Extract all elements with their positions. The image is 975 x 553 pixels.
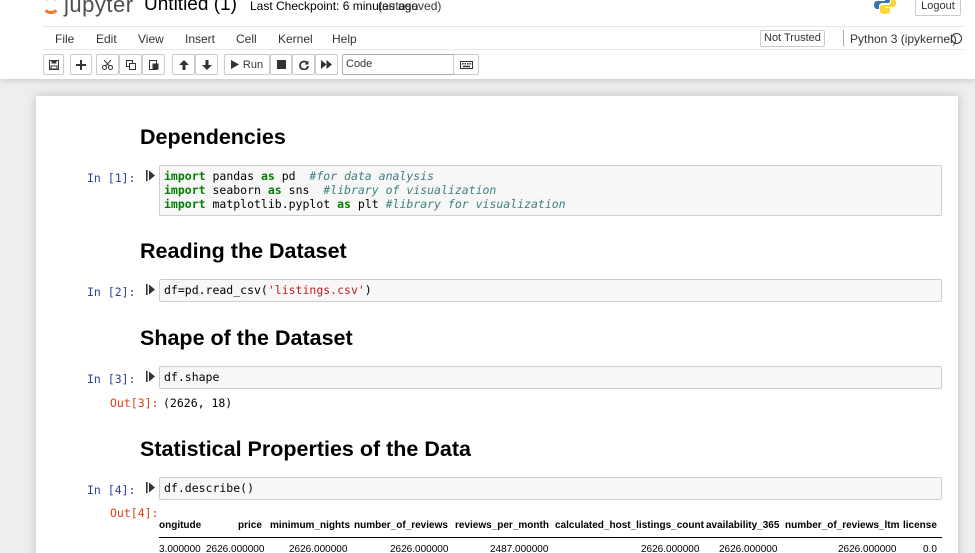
keyboard-icon xyxy=(459,60,473,69)
cut-button[interactable] xyxy=(96,54,119,75)
run-button[interactable]: Run xyxy=(224,54,270,75)
code-line-1: import pandas as pd #for data analysis xyxy=(164,169,435,183)
table-cell: 2626.000000 xyxy=(289,544,348,553)
output-prompt-4: Out[4]: xyxy=(110,506,159,520)
kernel-divider xyxy=(843,30,844,46)
move-up-button[interactable] xyxy=(172,54,195,75)
describe-output-table[interactable]: ongitude price minimum_nights number_of_… xyxy=(159,514,942,553)
run-cell-icon[interactable] xyxy=(146,371,155,382)
copy-button[interactable] xyxy=(119,54,142,75)
logout-button[interactable]: Logout xyxy=(915,0,961,16)
cut-icon xyxy=(102,59,113,70)
save-icon xyxy=(48,59,59,70)
table-cell: 2626.000000 xyxy=(838,544,897,553)
table-header: price xyxy=(238,520,262,531)
menu-cell[interactable]: Cell xyxy=(236,32,257,46)
run-label: Run xyxy=(242,58,264,71)
code-line-2: import seaborn as sns #library of visual… xyxy=(164,183,497,197)
logo-text: jupyter xyxy=(64,0,134,17)
kernel-idle-icon xyxy=(951,33,962,44)
copy-icon xyxy=(125,59,136,70)
heading-shape[interactable]: Shape of the Dataset xyxy=(140,326,353,351)
jupyter-logo[interactable]: jupyter xyxy=(42,0,134,20)
run-cell-icon[interactable] xyxy=(146,284,155,295)
menu-insert[interactable]: Insert xyxy=(185,32,215,46)
add-cell-icon xyxy=(76,59,86,70)
table-header: number_of_reviews xyxy=(354,520,448,531)
heading-reading-dataset[interactable]: Reading the Dataset xyxy=(140,239,347,264)
table-header: reviews_per_month xyxy=(455,520,549,531)
stop-icon xyxy=(276,60,286,69)
table-cell: 3.000000 xyxy=(159,544,201,553)
table-header: license xyxy=(903,520,937,531)
input-prompt-3: In [3]: xyxy=(87,372,136,386)
table-cell: 2626.000000 xyxy=(641,544,700,553)
menu-view[interactable]: View xyxy=(138,32,164,46)
output-prompt-3: Out[3]: xyxy=(110,396,159,410)
code-cell-describe[interactable]: df.describe() xyxy=(159,477,942,500)
menu-help[interactable]: Help xyxy=(332,32,357,46)
code-cell-read-csv[interactable]: df=pd.read_csv('listings.csv') xyxy=(159,279,942,302)
menu-kernel[interactable]: Kernel xyxy=(278,32,313,46)
autosave-status: (autosaved) xyxy=(378,0,442,13)
fast-forward-icon xyxy=(321,60,332,69)
notebook-title[interactable]: Untitled (1) xyxy=(144,0,237,16)
table-header-rule xyxy=(159,537,942,538)
kernel-name[interactable]: Python 3 (ipykernel) xyxy=(850,32,957,46)
input-prompt-2: In [2]: xyxy=(87,285,136,299)
cell-type-value: Code xyxy=(346,58,373,70)
run-cell-icon[interactable] xyxy=(146,482,155,493)
title-bar: jupyter Untitled (1) Last Checkpoint: 6 … xyxy=(0,0,975,24)
table-header: availability_365 xyxy=(706,520,780,531)
add-cell-button[interactable] xyxy=(70,54,92,75)
menu-bar: File Edit View Insert Cell Kernel Help N… xyxy=(42,26,964,50)
table-header: calculated_host_listings_count xyxy=(555,520,704,531)
notebook-header: jupyter Untitled (1) Last Checkpoint: 6 … xyxy=(0,0,975,79)
move-down-button[interactable] xyxy=(195,54,218,75)
table-cell: 2626.000000 xyxy=(719,544,778,553)
run-icon xyxy=(230,60,239,69)
code-line-3: import matplotlib.pyplot as plt #library… xyxy=(164,197,566,211)
menu-file[interactable]: File xyxy=(55,32,74,46)
input-prompt-1: In [1]: xyxy=(87,171,136,185)
table-header: ongitude xyxy=(159,520,202,531)
table-cell: 2487.000000 xyxy=(490,544,549,553)
heading-dependencies[interactable]: Dependencies xyxy=(140,125,286,150)
heading-statistical-properties[interactable]: Statistical Properties of the Data xyxy=(140,437,471,462)
trust-indicator[interactable]: Not Trusted xyxy=(760,30,825,47)
menu-edit[interactable]: Edit xyxy=(96,32,117,46)
command-palette-button[interactable] xyxy=(453,54,479,75)
input-prompt-4: In [4]: xyxy=(87,483,136,497)
jupyter-logo-icon xyxy=(42,0,60,14)
code-cell-imports[interactable]: import pandas as pd #for data analysis i… xyxy=(159,165,942,216)
table-cell: 2626.000000 xyxy=(206,544,265,553)
restart-run-all-button[interactable] xyxy=(315,54,338,75)
restart-button[interactable] xyxy=(292,54,315,75)
table-cell: 2626.000000 xyxy=(390,544,449,553)
table-cell: 0.0 xyxy=(923,544,937,553)
interrupt-button[interactable] xyxy=(270,54,292,75)
save-button[interactable] xyxy=(43,54,64,75)
table-header: number_of_reviews_ltm xyxy=(785,520,900,531)
restart-icon xyxy=(298,60,309,70)
code-cell-shape[interactable]: df.shape xyxy=(159,366,942,389)
move-up-icon xyxy=(178,59,189,70)
move-down-icon xyxy=(201,59,212,70)
run-cell-icon[interactable] xyxy=(146,170,155,181)
output-shape: (2626, 18) xyxy=(163,396,233,410)
table-header: minimum_nights xyxy=(270,520,351,531)
python-logo-icon xyxy=(874,0,896,14)
paste-button[interactable] xyxy=(142,54,165,75)
notebook-container: Dependencies In [1]: import pandas as pd… xyxy=(36,96,958,553)
paste-icon xyxy=(148,60,158,70)
